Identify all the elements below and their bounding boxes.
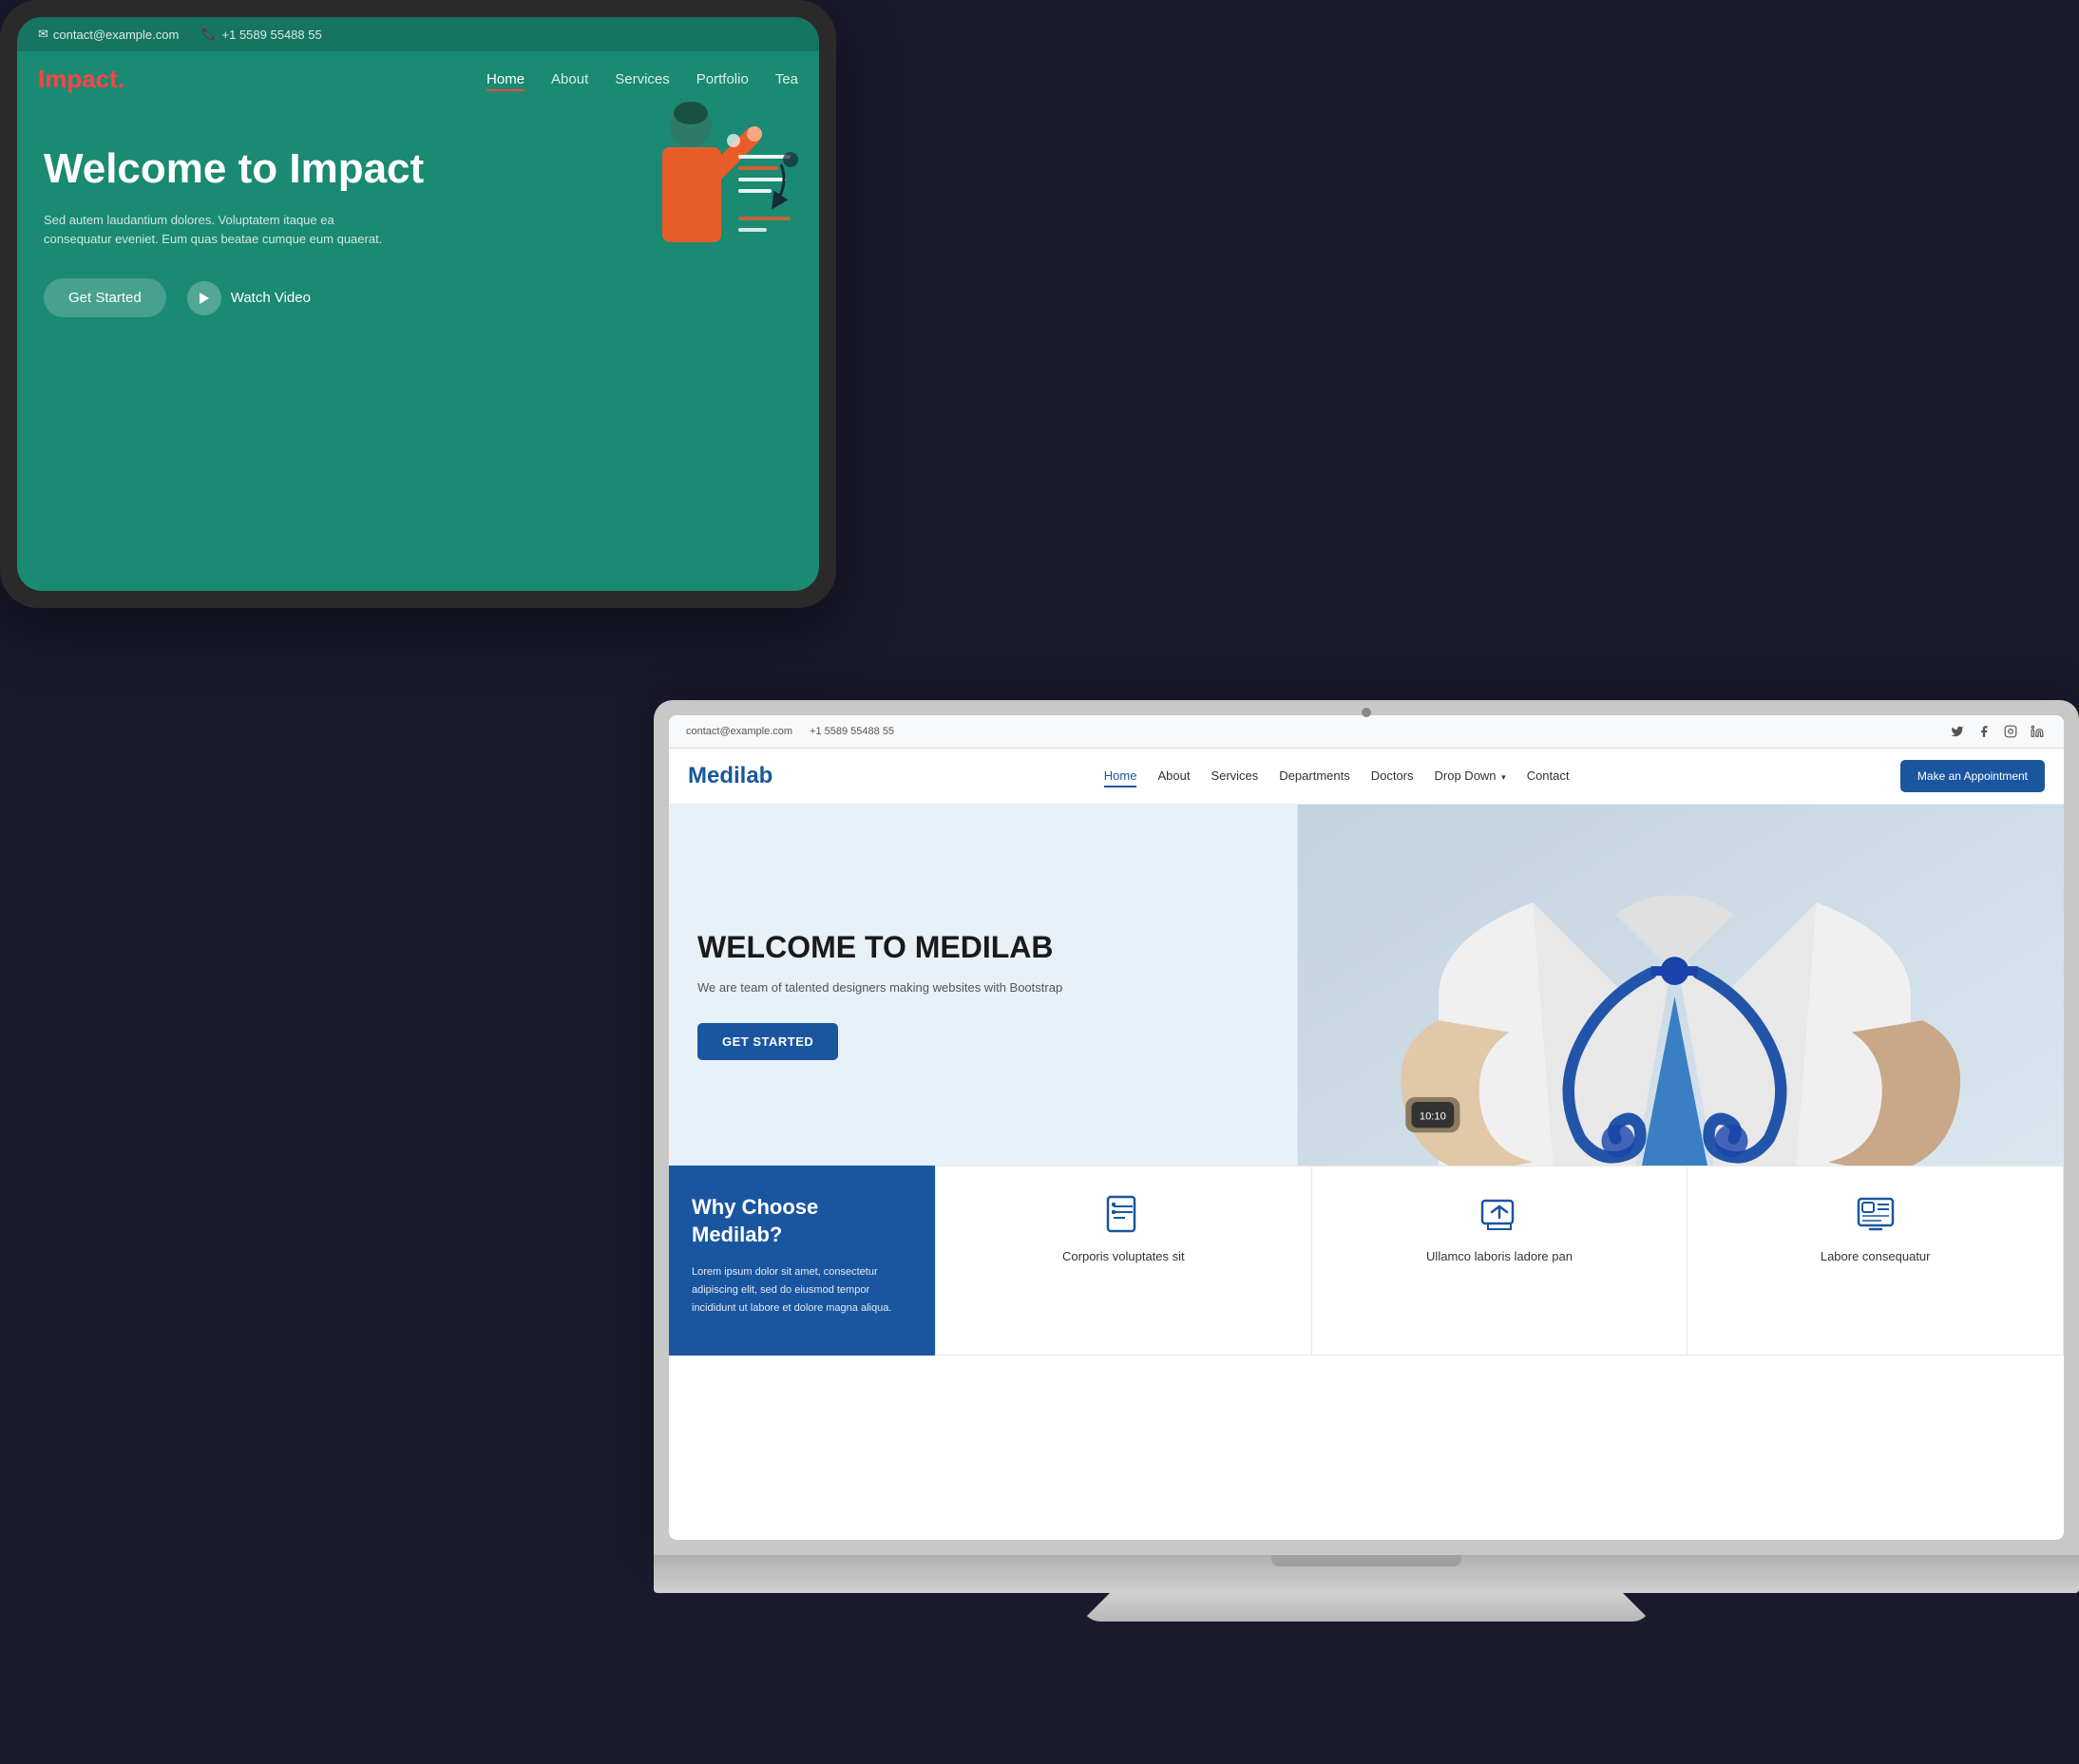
medilab-navbar: Medilab Home About Services Departments … [669, 749, 2064, 805]
tablet-phone-text: +1 5589 55488 55 [222, 28, 322, 42]
medilab-hero-subtitle: We are team of talented designers making… [697, 978, 1268, 998]
phone-icon: 📞 [201, 27, 217, 42]
tablet-hero-title: Welcome to Impact [44, 145, 443, 194]
why-choose-box: Why Choose Medilab? Lorem ipsum dolor si… [669, 1166, 935, 1356]
tablet-illustration [553, 88, 800, 307]
linkedin-icon[interactable] [2028, 722, 2047, 741]
laptop-screen: contact@example.com +1 5589 55488 55 [669, 715, 2064, 1540]
medilab-phone: +1 5589 55488 55 [810, 726, 894, 737]
appointment-button[interactable]: Make an Appointment [1900, 760, 2045, 792]
tablet-nav-portfolio[interactable]: Portfolio [696, 71, 749, 88]
medilab-hero-title: WELCOME TO MEDILAB [697, 929, 1268, 965]
medilab-nav-links: Home About Services Departments Doctors … [1104, 768, 1570, 785]
tablet-hero: Welcome to Impact Sed autem laudantium d… [17, 107, 819, 586]
feature-card-2: Ullamco laboris ladore pan [1311, 1166, 1688, 1356]
svg-text:10:10: 10:10 [1419, 1111, 1445, 1123]
tablet-nav-about[interactable]: About [551, 71, 588, 88]
tablet-device: ✉ contact@example.com 📞 +1 5589 55488 55… [0, 0, 836, 608]
twitter-icon[interactable] [1948, 722, 1967, 741]
why-choose-section: Why Choose Medilab? Lorem ipsum dolor si… [669, 1166, 2064, 1356]
tablet-frame: ✉ contact@example.com 📞 +1 5589 55488 55… [0, 0, 836, 608]
medilab-nav-dropdown[interactable]: Drop Down ▾ [1435, 768, 1506, 785]
why-choose-title: Why Choose Medilab? [692, 1194, 912, 1248]
tablet-logo: Impact. [38, 65, 124, 94]
tablet-nav-home[interactable]: Home [486, 71, 525, 88]
medilab-hero-left: WELCOME TO MEDILAB We are team of talent… [669, 805, 1297, 1166]
tablet-get-started-button[interactable]: Get Started [44, 278, 166, 317]
medilab-nav-departments[interactable]: Departments [1279, 768, 1349, 785]
laptop-base [654, 1555, 2079, 1593]
tablet-topbar: ✉ contact@example.com 📞 +1 5589 55488 55 [17, 17, 819, 51]
laptop-stand [1081, 1593, 1651, 1622]
medilab-hero-section: WELCOME TO MEDILAB We are team of talent… [669, 805, 2064, 1166]
medilab-topbar: contact@example.com +1 5589 55488 55 [669, 715, 2064, 749]
medilab-hero-right: 10:10 [1297, 805, 2064, 1166]
envelope-icon: ✉ [38, 27, 48, 42]
laptop-device: contact@example.com +1 5589 55488 55 [654, 700, 2079, 1745]
tablet-screen: ✉ contact@example.com 📞 +1 5589 55488 55… [17, 17, 819, 591]
laptop-hinge [1271, 1555, 1461, 1566]
tablet-nav-services[interactable]: Services [615, 71, 670, 88]
medilab-nav-doctors[interactable]: Doctors [1371, 768, 1414, 785]
medilab-logo: Medilab [688, 763, 772, 789]
tablet-watch-video-button[interactable]: Watch Video [187, 281, 311, 315]
watch-video-label: Watch Video [231, 290, 311, 306]
play-icon [187, 281, 221, 315]
feature-cards-container: Corporis voluptates sit [935, 1166, 2064, 1356]
tablet-hero-subtitle: Sed autem laudantium dolores. Voluptatem… [44, 211, 405, 251]
medilab-nav-services[interactable]: Services [1211, 768, 1258, 785]
tablet-nav-links: Home About Services Portfolio Tea [486, 71, 798, 88]
feature-card-1: Corporis voluptates sit [935, 1166, 1311, 1356]
tablet-email: ✉ contact@example.com [38, 27, 179, 42]
laptop-lid: contact@example.com +1 5589 55488 55 [654, 700, 2079, 1555]
scene: ✉ contact@example.com 📞 +1 5589 55488 55… [0, 0, 2079, 1764]
image-list-icon [1855, 1193, 1897, 1235]
feature-1-title: Corporis voluptates sit [1062, 1248, 1185, 1265]
medilab-nav-home[interactable]: Home [1104, 768, 1137, 785]
why-choose-text: Lorem ipsum dolor sit amet, consectetur … [692, 1263, 912, 1317]
instagram-icon[interactable] [2001, 722, 2020, 741]
document-list-icon [1102, 1193, 1144, 1235]
medilab-email: contact@example.com [686, 726, 792, 737]
doctor-image-area: 10:10 [1297, 805, 2064, 1166]
share-box-icon [1478, 1193, 1520, 1235]
tablet-nav-team[interactable]: Tea [775, 71, 798, 88]
dropdown-chevron-icon: ▾ [1501, 772, 1506, 782]
medilab-topbar-left: contact@example.com +1 5589 55488 55 [686, 726, 894, 737]
feature-3-title: Labore consequatur [1821, 1248, 1931, 1265]
feature-2-title: Ullamco laboris ladore pan [1426, 1248, 1573, 1265]
facebook-icon[interactable] [1974, 722, 1993, 741]
medilab-nav-about[interactable]: About [1157, 768, 1190, 785]
medilab-nav-contact[interactable]: Contact [1527, 768, 1570, 785]
laptop-camera [1362, 708, 1371, 717]
medilab-get-started-button[interactable]: GET STARTED [697, 1023, 838, 1060]
medilab-social-icons [1948, 722, 2047, 741]
tablet-email-text: contact@example.com [53, 28, 179, 42]
tablet-phone: 📞 +1 5589 55488 55 [201, 27, 321, 42]
feature-card-3: Labore consequatur [1687, 1166, 2064, 1356]
